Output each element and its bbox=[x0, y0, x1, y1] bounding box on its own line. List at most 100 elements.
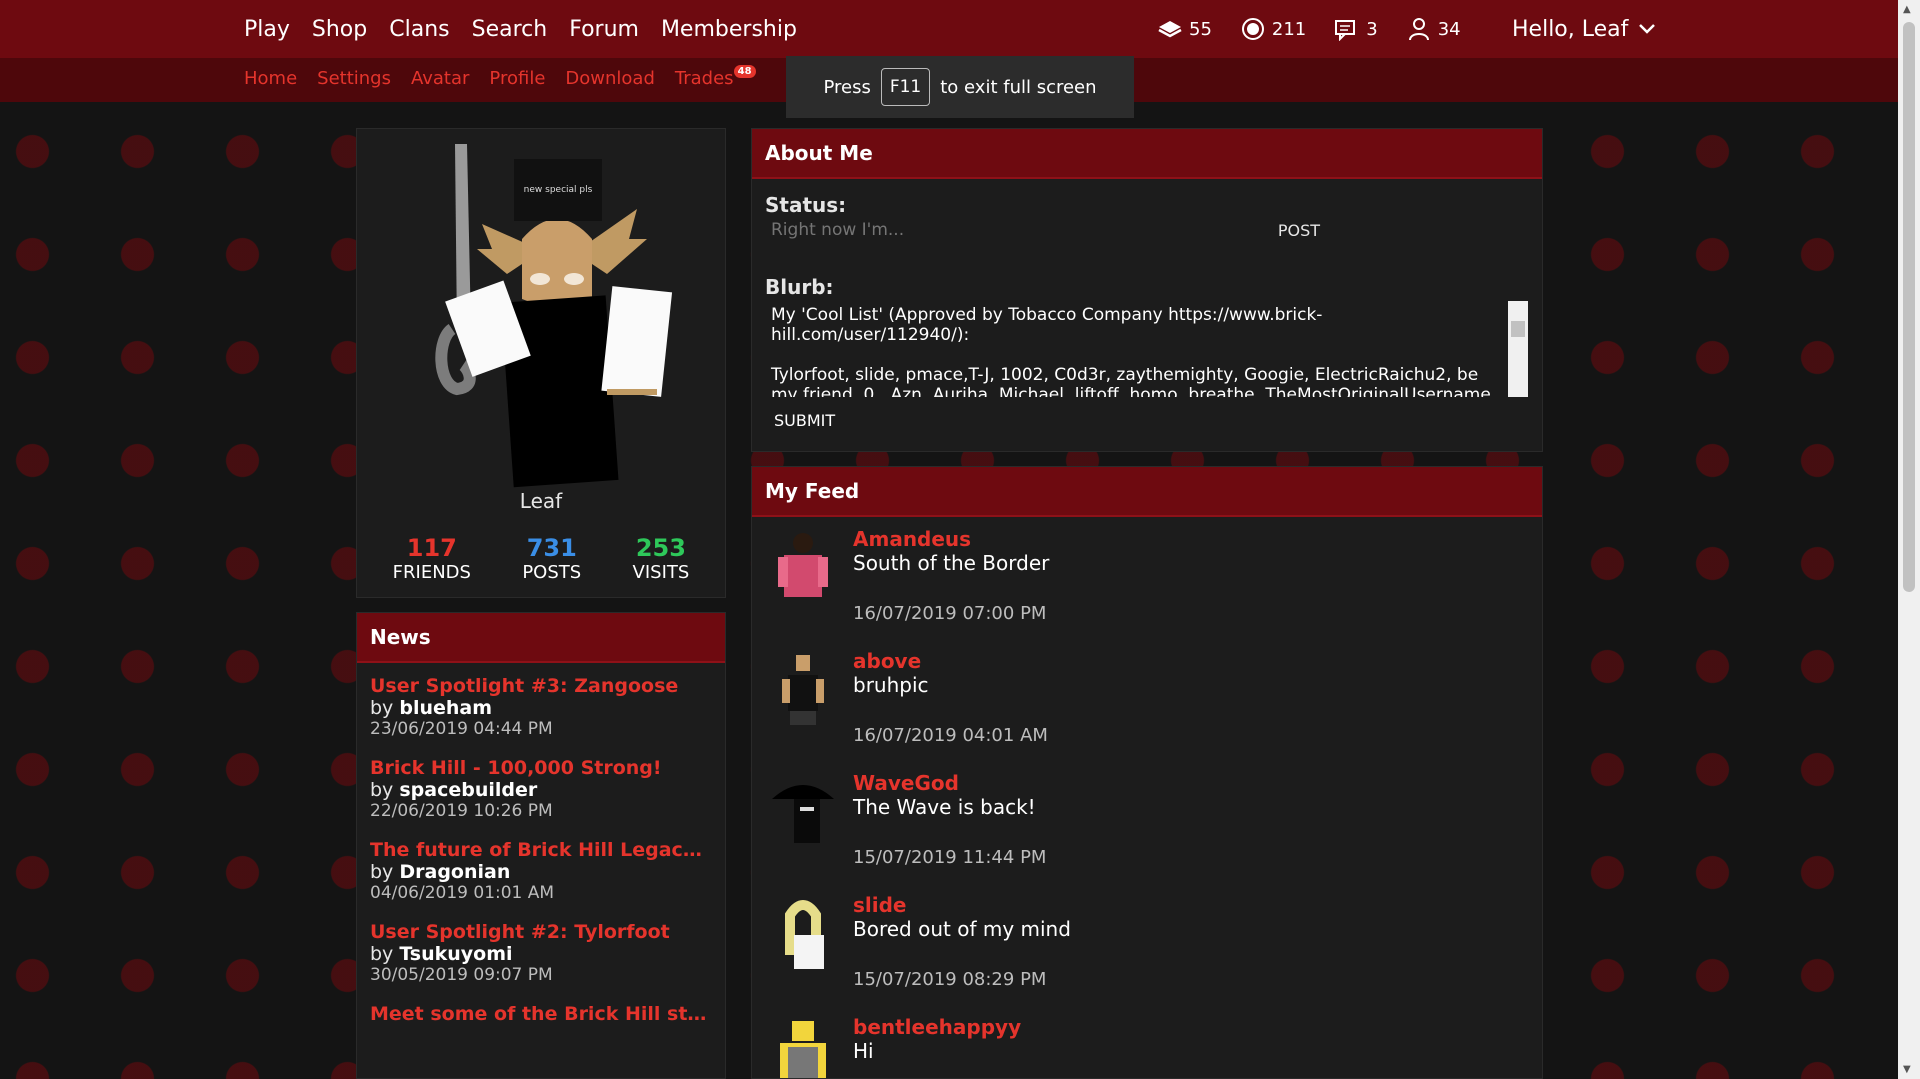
friend-requests-stat[interactable]: 34 bbox=[1406, 17, 1461, 41]
fullscreen-notice-after: to exit full screen bbox=[940, 76, 1097, 98]
user-menu[interactable]: Hello, Leaf bbox=[1512, 0, 1656, 58]
subnav-trades[interactable]: Trades 48 bbox=[675, 64, 756, 89]
news-item-byline: by spacebuilder bbox=[370, 779, 712, 801]
nav-forum[interactable]: Forum bbox=[569, 17, 639, 42]
page-scroll-thumb[interactable] bbox=[1903, 22, 1915, 592]
news-item-author[interactable]: blueham bbox=[399, 697, 492, 719]
feed-item-text: Bored out of my mind bbox=[853, 917, 1071, 941]
nav-membership[interactable]: Membership bbox=[661, 17, 797, 42]
profile-counts: 117 FRIENDS 731 POSTS 253 VISITS bbox=[357, 534, 725, 583]
news-item-byline: by Dragonian bbox=[370, 861, 712, 883]
feed-item-text: Hi bbox=[853, 1039, 874, 1063]
feed-item: slide Bored out of my mind 15/07/2019 08… bbox=[752, 883, 1542, 1005]
bits-stat[interactable]: 211 bbox=[1240, 17, 1306, 41]
news-by-label: by bbox=[370, 779, 394, 801]
bucks-icon bbox=[1158, 21, 1182, 38]
messages-stat[interactable]: 3 bbox=[1334, 17, 1378, 41]
nav-shop[interactable]: Shop bbox=[312, 17, 367, 42]
subnav-profile[interactable]: Profile bbox=[489, 68, 545, 89]
news-item-title[interactable]: Brick Hill - 100,000 Strong! bbox=[370, 757, 712, 779]
feed-avatar[interactable] bbox=[770, 1017, 836, 1079]
feed-item-author[interactable]: WaveGod bbox=[853, 771, 959, 795]
sub-nav: Home Settings Avatar Profile Download Tr… bbox=[244, 58, 756, 98]
messages-icon bbox=[1335, 20, 1356, 41]
feed-avatar[interactable] bbox=[770, 651, 836, 729]
blurb-scroll-thumb[interactable] bbox=[1511, 321, 1525, 337]
bits-icon bbox=[1241, 18, 1264, 40]
friends-label: FRIENDS bbox=[392, 562, 471, 583]
nav-search[interactable]: Search bbox=[472, 17, 548, 42]
feed-panel: My Feed Amandeus South of the Border 16/… bbox=[751, 466, 1543, 1079]
friend-requests-count: 34 bbox=[1437, 18, 1461, 40]
fullscreen-key: F11 bbox=[880, 68, 931, 106]
news-item-date: 04/06/2019 01:01 AM bbox=[370, 883, 555, 903]
news-item-date: 22/06/2019 10:26 PM bbox=[370, 801, 553, 821]
submit-blurb-button[interactable]: SUBMIT bbox=[774, 411, 835, 430]
feed-item-author[interactable]: above bbox=[853, 649, 921, 673]
news-item-title[interactable]: User Spotlight #3: Zangoose bbox=[370, 675, 712, 697]
feed-item: above bruhpic 16/07/2019 04:01 AM bbox=[752, 639, 1542, 761]
news-item-date: 30/05/2019 09:07 PM bbox=[370, 965, 553, 985]
messages-count: 3 bbox=[1366, 18, 1378, 40]
bucks-stat[interactable]: 55 bbox=[1157, 17, 1212, 41]
news-item-title[interactable]: Meet some of the Brick Hill staff! bbox=[370, 1003, 712, 1025]
post-status-button[interactable]: POST bbox=[1264, 215, 1334, 245]
posts-count[interactable]: 731 POSTS bbox=[522, 534, 581, 583]
subnav-home[interactable]: Home bbox=[244, 68, 297, 89]
news-title: News bbox=[357, 613, 725, 663]
scroll-down-icon[interactable]: ▼ bbox=[1903, 1064, 1911, 1075]
subnav-settings[interactable]: Settings bbox=[317, 68, 391, 89]
avatar-image: new special pls bbox=[435, 144, 673, 488]
news-item-author[interactable]: Dragonian bbox=[399, 861, 510, 883]
news-item-title[interactable]: User Spotlight #2: Tylorfoot bbox=[370, 921, 712, 943]
visits-value: 253 bbox=[635, 534, 686, 562]
friends-count[interactable]: 117 FRIENDS bbox=[393, 534, 471, 583]
feed-title: My Feed bbox=[752, 467, 1542, 517]
news-item-author[interactable]: Tsukuyomi bbox=[399, 943, 512, 965]
scroll-up-icon[interactable]: ▲ bbox=[1903, 4, 1911, 15]
feed-avatar[interactable] bbox=[770, 529, 836, 607]
feed-avatar[interactable] bbox=[770, 895, 836, 973]
feed-item-date: 15/07/2019 11:44 PM bbox=[853, 847, 1047, 868]
posts-label: POSTS bbox=[522, 562, 582, 583]
news-item-title[interactable]: The future of Brick Hill Legacy:... bbox=[370, 839, 712, 861]
feed-item-author[interactable]: slide bbox=[853, 893, 907, 917]
nav-clans[interactable]: Clans bbox=[389, 17, 449, 42]
status-label: Status: bbox=[765, 193, 847, 217]
avatar-hat-text: new special pls bbox=[524, 185, 593, 195]
feed-item-author[interactable]: bentleehappyy bbox=[853, 1015, 1021, 1039]
subnav-avatar[interactable]: Avatar bbox=[411, 68, 469, 89]
fullscreen-notice: Press F11 to exit full screen bbox=[786, 56, 1134, 118]
feed-item-date: 16/07/2019 07:00 PM bbox=[853, 603, 1047, 624]
trades-badge: 48 bbox=[733, 64, 756, 78]
blurb-scrollbar[interactable] bbox=[1508, 301, 1528, 397]
feed-item-date: 15/07/2019 08:29 PM bbox=[853, 969, 1047, 990]
feed-item-author[interactable]: Amandeus bbox=[853, 527, 971, 551]
fullscreen-notice-before: Press bbox=[823, 76, 871, 98]
news-by-label: by bbox=[370, 943, 394, 965]
blurb-line-2: Tylorfoot, slide, pmace,T-J, 1002, C0d3r… bbox=[771, 365, 1497, 397]
subnav-download[interactable]: Download bbox=[565, 68, 654, 89]
feed-item-text: The Wave is back! bbox=[853, 795, 1036, 819]
currency-stats: 55 211 3 34 bbox=[1157, 0, 1461, 58]
friend-requests-icon bbox=[1408, 18, 1429, 41]
news-item-byline: by Tsukuyomi bbox=[370, 943, 712, 965]
nav-play[interactable]: Play bbox=[244, 17, 290, 42]
profile-card: new special pls Leaf 117 FRIENDS 731 POS… bbox=[356, 128, 726, 598]
chevron-down-icon bbox=[1639, 24, 1656, 34]
news-by-label: by bbox=[370, 861, 394, 883]
news-item: User Spotlight #3: Zangoose by blueham 2… bbox=[370, 675, 712, 739]
page-scrollbar[interactable]: ▲ ▼ bbox=[1898, 0, 1920, 1079]
news-item-author[interactable]: spacebuilder bbox=[399, 779, 537, 801]
feed-item: Amandeus South of the Border 16/07/2019 … bbox=[752, 517, 1542, 639]
feed-avatar[interactable] bbox=[770, 773, 836, 851]
bits-count: 211 bbox=[1271, 18, 1307, 40]
blurb-textarea[interactable]: My 'Cool List' (Approved by Tobacco Comp… bbox=[765, 301, 1525, 397]
blurb-label: Blurb: bbox=[765, 275, 834, 299]
about-me-panel: About Me Status: POST Blurb: My 'Cool Li… bbox=[751, 128, 1543, 452]
feed-item-text: South of the Border bbox=[853, 551, 1050, 575]
news-item-byline: by blueham bbox=[370, 697, 712, 719]
status-input[interactable] bbox=[765, 215, 1265, 245]
news-item-date: 23/06/2019 04:44 PM bbox=[370, 719, 553, 739]
feed-item-text: bruhpic bbox=[853, 673, 929, 697]
